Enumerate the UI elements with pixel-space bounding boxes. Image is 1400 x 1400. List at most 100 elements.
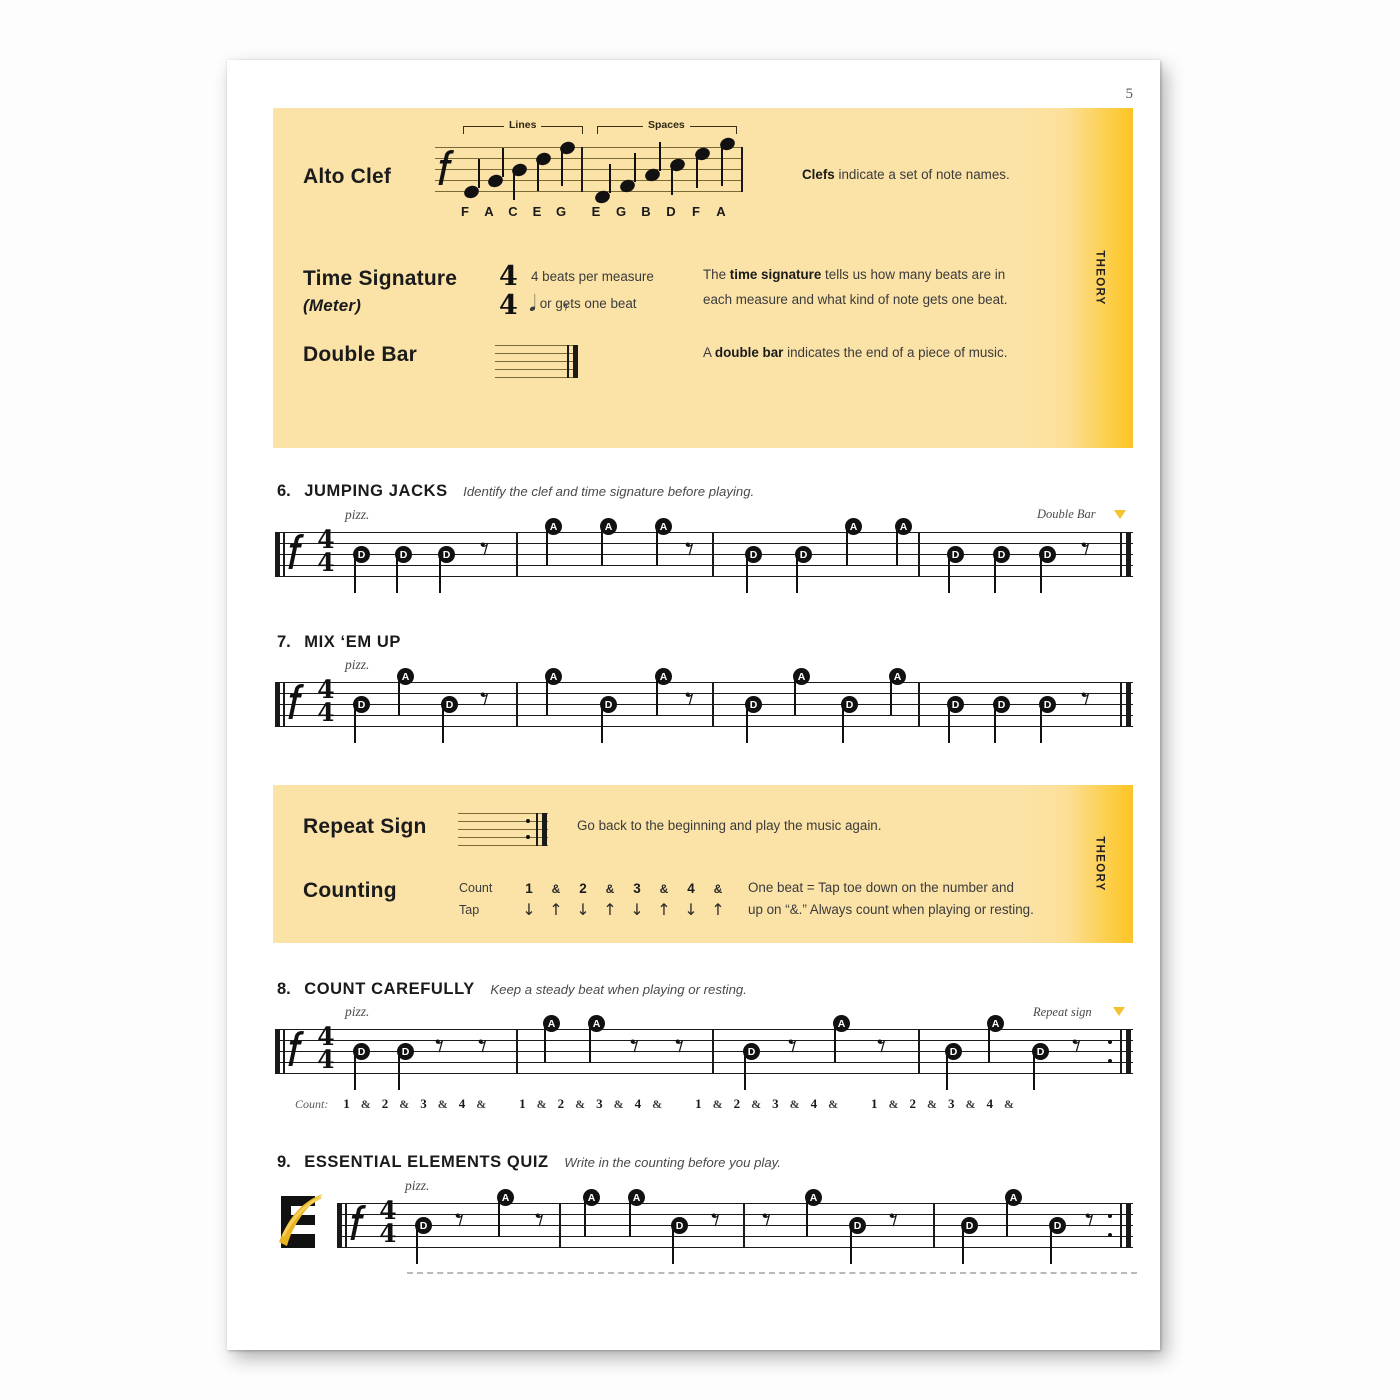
exercise-6-annotation: Double Bar	[1037, 507, 1096, 521]
quarter-rest: 𝄾	[711, 1201, 721, 1241]
bracket-lines-label: Lines	[504, 119, 542, 131]
alto-clef-icon-6: 𝑓	[287, 525, 302, 581]
count-beat: &	[789, 1097, 800, 1111]
staff-7-bar-1	[516, 682, 518, 727]
screenshot-backdrop: 5 THEORY Alto Clef Lines Spaces 𝑓 F A C …	[0, 0, 1400, 1400]
exercise-7-number: 7.	[277, 633, 291, 651]
note-stem	[584, 1197, 586, 1236]
desc-ts-bold: time signature	[729, 267, 822, 282]
exercise-8-annotation-arrow	[1113, 1007, 1125, 1016]
exercise-8-number: 8.	[277, 980, 291, 998]
timesig-line1: 4 beats per measure	[531, 269, 654, 284]
note-stem	[994, 554, 996, 593]
repeat-thin-bar	[536, 813, 538, 846]
note-stem	[546, 526, 548, 565]
stem-e	[537, 159, 539, 191]
stem-f	[478, 159, 480, 188]
note-stem	[672, 1225, 674, 1264]
notename-2: C	[508, 204, 518, 219]
notename-1: A	[484, 204, 494, 219]
count-value: &	[551, 882, 561, 896]
staff-8-start-thin	[283, 1029, 285, 1074]
double-bar-example	[495, 345, 578, 379]
stem-e2	[609, 164, 611, 193]
bracket-lines: Lines	[463, 119, 583, 134]
note-stem	[834, 1023, 836, 1062]
quarter-rest: 𝄾	[685, 530, 695, 570]
stem-g	[561, 148, 563, 186]
quarter-rest: 𝄾	[1081, 680, 1091, 720]
desc-time-signature: The time signature tells us how many bea…	[703, 263, 1033, 313]
desc-counting-line1: One beat = Tap toe down on the number an…	[748, 880, 1014, 895]
staff-9-bar-3	[933, 1203, 935, 1248]
quarter-rest: 𝄾	[675, 1027, 685, 1067]
stem-b	[659, 142, 661, 171]
desc-repeat-sign: Go back to the beginning and play the mu…	[577, 818, 882, 833]
count-beat: 1	[695, 1096, 702, 1111]
count-beat: &	[828, 1097, 839, 1111]
staff-7-start-thick	[275, 682, 280, 727]
note-stem	[988, 1023, 990, 1062]
exercise-8-subtitle: Keep a steady beat when playing or resti…	[490, 982, 747, 997]
quarter-rest: 𝄾	[478, 1027, 488, 1067]
timesig-6-bottom: 4	[317, 548, 335, 577]
quarter-rest: 𝄾	[877, 1027, 887, 1067]
note-stem	[629, 1197, 631, 1236]
quarter-rest: 𝄾	[1085, 1201, 1095, 1241]
notename-7: B	[641, 204, 651, 219]
note-stem	[1033, 1051, 1035, 1090]
quarter-rest: 𝄾	[788, 1027, 798, 1067]
count-beat: &	[712, 1097, 723, 1111]
notename-5: E	[591, 204, 601, 219]
note-stem	[744, 1051, 746, 1090]
note-stem	[994, 704, 996, 743]
exercise-8-pizz: pizz.	[345, 1004, 370, 1019]
exercise-9-staff: 𝑓 4 4 D 𝄾 A 𝄾 A A D 𝄾 𝄾 A D 𝄾 D A D 𝄾	[337, 1189, 1133, 1264]
note-stem	[396, 554, 398, 593]
note-stem	[398, 676, 400, 715]
count-beat: 3	[772, 1096, 779, 1111]
tap-arrow: ↓	[684, 900, 698, 919]
note-stem	[498, 1197, 500, 1236]
desc-counting-line2: up on “&.” Always count when playing or …	[748, 902, 1034, 917]
staff-8-bar-2	[712, 1029, 714, 1074]
staff-8-end-thin	[1120, 1029, 1122, 1074]
timesig-9-bottom: 4	[379, 1219, 397, 1248]
tap-arrow: ↓	[522, 900, 536, 919]
repeat-sign-example	[458, 813, 548, 847]
diagram-divider	[581, 147, 583, 192]
note-stem	[746, 554, 748, 593]
notename-9: F	[692, 204, 700, 219]
note-stem	[544, 1023, 546, 1062]
exercise-6-pizz: pizz.	[345, 507, 370, 522]
count-beat: 2	[733, 1096, 741, 1111]
count-value: 3	[633, 881, 641, 896]
count-value: 2	[579, 881, 587, 896]
exercise-9-number: 9.	[277, 1153, 291, 1171]
count-value: &	[713, 882, 723, 896]
count-beat: 2	[557, 1096, 565, 1111]
note-stem	[842, 704, 844, 743]
term-time-signature: Time Signature	[303, 267, 458, 290]
staff-6-end-thin	[1120, 532, 1122, 577]
stem-g2	[634, 153, 636, 182]
count-measure: 1 & 2 & 3 & 4 &	[695, 1095, 842, 1112]
staff-7-end-thin	[1120, 682, 1122, 727]
note-stem	[439, 554, 441, 593]
double-bar-thin	[567, 345, 569, 378]
note-stem	[656, 526, 658, 565]
exercise-8-title: COUNT CAREFULLY	[304, 980, 475, 998]
exercise-6-title: JUMPING JACKS	[304, 482, 448, 500]
term-counting: Counting	[303, 879, 397, 902]
exercise-8-count-row: Count: 1 & 2 & 3 & 4 & 1 & 2 & 3 & 4 & 1 & 2 & 3 & 4 & 1 & 2 & 3 &…	[295, 1095, 1014, 1113]
note-stem	[546, 676, 548, 715]
timesig-top: 4	[499, 261, 518, 292]
diagram-end	[741, 147, 743, 192]
quarter-rest: 𝄾	[630, 1027, 640, 1067]
desc-clefs-bold: Clefs	[802, 167, 835, 182]
count-beat: &	[476, 1097, 487, 1111]
counting-count-label: Count	[459, 881, 493, 895]
stem-f2	[696, 154, 698, 188]
alto-clef-icon: 𝑓	[437, 141, 452, 197]
stem-a	[502, 148, 504, 177]
